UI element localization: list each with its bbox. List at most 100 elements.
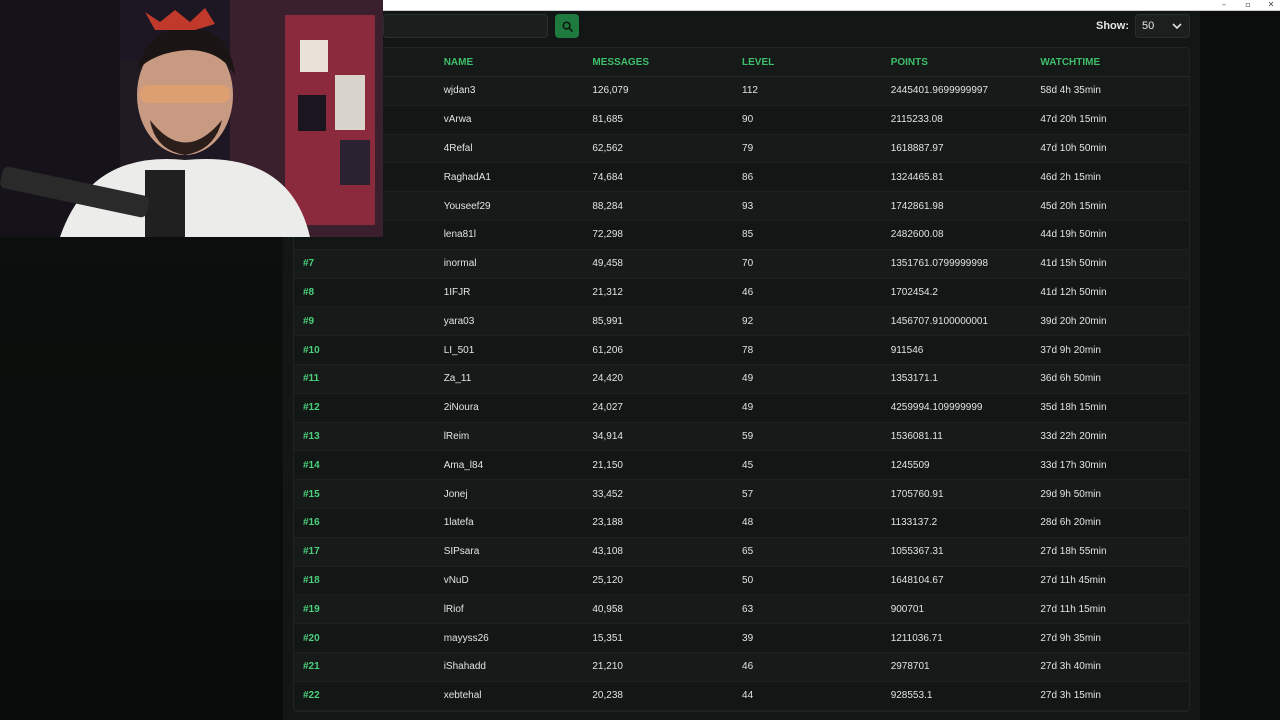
rank-cell: #21 [303, 661, 320, 673]
watchtime-cell: 36d 6h 50min [1040, 373, 1101, 385]
minimize-button[interactable]: – [1212, 0, 1236, 11]
name-cell: Za_11 [443, 373, 472, 385]
level-cell: 46 [742, 286, 754, 298]
table-row: RaghadA1 74,684 86 1324465.81 46d 2h 15min [294, 163, 1189, 193]
show-value: 50 [1142, 20, 1155, 32]
table-row: #14 Ama_l84 21,150 45 1245509 33d 17h 30min [294, 451, 1189, 481]
table-row: #10 LI_501 61,206 78 911546 37d 9h 20min [294, 336, 1189, 365]
table-row: lena81l 72,298 85 2482600.08 44d 19h 50min [294, 220, 1189, 250]
toolbar: Show: 50 [383, 11, 1190, 43]
name-cell: xebtehal [443, 690, 482, 702]
name-cell: 1IFJR [443, 286, 471, 298]
show-label: Show: [1096, 20, 1129, 32]
restore-button[interactable]: ▫ [1236, 0, 1260, 11]
right-background [1200, 0, 1280, 720]
table-row: #19 lRiof 40,958 63 900701 27d 11h 15min [294, 595, 1189, 625]
messages-cell: 21,150 [592, 459, 623, 471]
messages-header[interactable]: MESSAGES [592, 57, 742, 68]
name-cell: inormal [443, 258, 477, 270]
level-cell: 63 [742, 603, 754, 615]
messages-cell: 20,238 [592, 690, 623, 702]
points-cell: 928553.1 [890, 690, 933, 702]
close-button[interactable]: ✕ [1259, 0, 1280, 11]
level-cell: 45 [742, 459, 754, 471]
search-button[interactable] [555, 14, 579, 38]
watchtime-cell: 27d 18h 55min [1040, 546, 1107, 558]
watchtime-cell: 29d 9h 50min [1040, 488, 1101, 500]
level-cell: 49 [742, 373, 754, 385]
table-row: 4Refal 62,562 79 1618887.97 47d 10h 50min [294, 134, 1189, 164]
points-cell: 1648104.67 [890, 574, 944, 586]
messages-cell: 33,452 [592, 488, 623, 500]
level-cell: 48 [742, 517, 754, 529]
name-cell: lReim [443, 430, 470, 442]
messages-cell: 126,079 [592, 85, 629, 97]
messages-cell: 24,420 [592, 373, 623, 385]
level-cell: 50 [742, 574, 754, 586]
level-cell: 46 [742, 661, 754, 673]
watchtime-cell: 28d 6h 20min [1040, 517, 1101, 529]
watchtime-cell: 27d 11h 45min [1040, 574, 1106, 586]
name-header[interactable]: NAME [444, 57, 593, 68]
watchtime-cell: 33d 17h 30min [1040, 459, 1107, 471]
level-cell: 59 [742, 430, 754, 442]
streamer-webcam-image [0, 0, 383, 237]
points-cell: 1618887.97 [890, 142, 944, 154]
show-select[interactable]: 50 [1135, 14, 1190, 38]
points-cell: 1245509 [890, 459, 930, 471]
points-cell: 4259994.109999999 [890, 402, 983, 414]
messages-cell: 15,351 [592, 632, 623, 644]
name-cell: SIPsara [443, 546, 480, 558]
table-row: #8 1IFJR 21,312 46 1702454.2 41d 12h 50min [294, 278, 1189, 308]
points-cell: 1351761.0799999998 [890, 258, 989, 270]
chevron-down-icon [1172, 23, 1182, 30]
messages-cell: 21,312 [592, 286, 623, 298]
messages-cell: 88,284 [592, 200, 623, 212]
level-cell: 44 [742, 690, 754, 702]
level-cell: 57 [742, 488, 754, 500]
messages-cell: 49,458 [592, 258, 623, 270]
rank-cell: #10 [303, 344, 320, 356]
rank-cell: #19 [303, 603, 320, 615]
watchtime-cell: 58d 4h 35min [1040, 85, 1101, 97]
messages-cell: 81,685 [592, 114, 623, 126]
webcam-overlay [0, 0, 383, 237]
name-cell: RaghadA1 [443, 171, 491, 183]
rank-cell: #18 [303, 574, 320, 586]
messages-cell: 24,027 [592, 402, 623, 414]
points-cell: 1456707.9100000001 [890, 315, 989, 327]
messages-cell: 34,914 [592, 430, 623, 442]
messages-cell: 62,562 [592, 142, 623, 154]
level-cell: 90 [742, 114, 754, 126]
points-cell: 2445401.9699999997 [890, 85, 989, 97]
messages-cell: 61,206 [592, 344, 623, 356]
points-header[interactable]: POINTS [891, 57, 1041, 68]
table-row: #21 iShahadd 21,210 46 2978701 27d 3h 40min [294, 652, 1189, 682]
level-header[interactable]: LEVEL [742, 57, 891, 68]
watchtime-cell: 27d 3h 40min [1040, 661, 1101, 673]
name-cell: mayyss26 [443, 632, 489, 644]
level-cell: 70 [742, 258, 754, 270]
watchtime-cell: 41d 12h 50min [1040, 286, 1107, 298]
name-cell: Jonej [443, 488, 468, 500]
points-cell: 911546 [890, 344, 924, 356]
search-input[interactable] [383, 14, 548, 38]
points-cell: 1324465.81 [890, 171, 944, 183]
points-cell: 1353171.1 [890, 373, 938, 385]
watchtime-header[interactable]: WATCHTIME [1040, 57, 1189, 68]
level-cell: 112 [742, 85, 758, 97]
table-row: #17 SIPsara 43,108 65 1055367.31 27d 18h 55mi… [294, 537, 1189, 567]
table-row: #13 lReim 34,914 59 1536081.11 33d 22h 20min [294, 422, 1189, 452]
messages-cell: 21,210 [592, 661, 623, 673]
points-cell: 900701 [890, 603, 925, 615]
points-cell: 1702454.2 [890, 286, 938, 298]
name-cell: lRiof [443, 603, 464, 615]
table-header: NAME MESSAGES LEVEL POINTS WATCHTIME [294, 48, 1189, 77]
table-row: #11 Za_11 24,420 49 1353171.1 36d 6h 50min [294, 364, 1189, 394]
rank-cell: #14 [303, 459, 320, 471]
level-cell: 93 [742, 200, 754, 212]
table-row: Youseef29 88,284 93 1742861.98 45d 20h 15min [294, 192, 1189, 221]
messages-cell: 43,108 [592, 546, 623, 558]
name-cell: Ama_l84 [443, 459, 484, 471]
rank-cell: #12 [303, 402, 320, 414]
